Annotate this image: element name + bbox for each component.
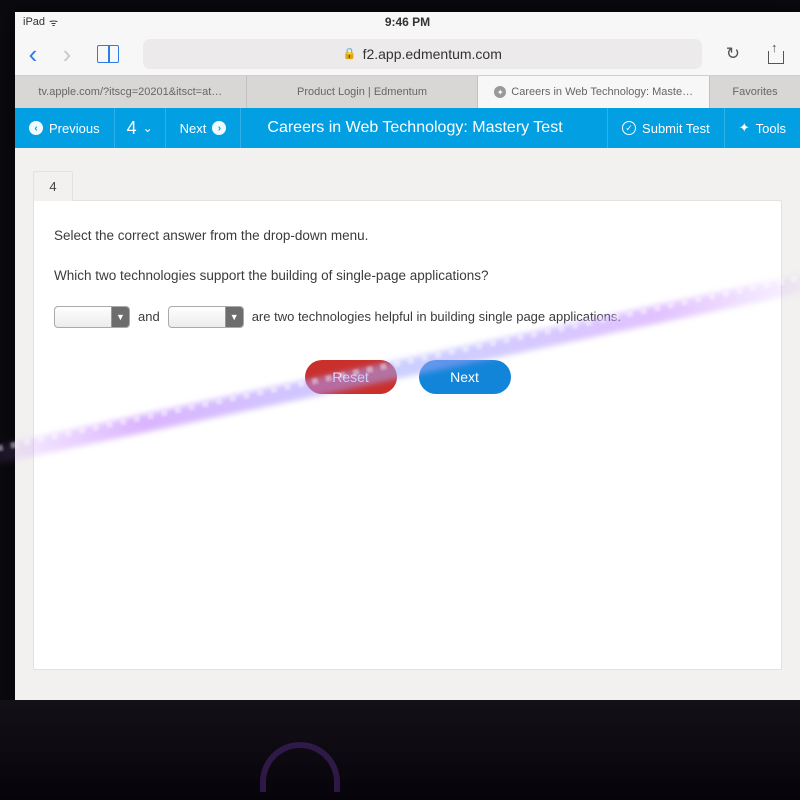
address-bar[interactable]: 🔒 f2.app.edmentum.com — [143, 39, 702, 69]
bookmarks-icon[interactable] — [97, 45, 119, 63]
device-label: iPad — [23, 16, 45, 28]
next-label: Next — [450, 366, 479, 388]
question-prompt: Which two technologies support the build… — [54, 265, 761, 287]
tab-label: Careers in Web Technology: Maste… — [511, 86, 693, 98]
sentence-tail: are two technologies helpful in building… — [252, 307, 621, 328]
browser-tab[interactable]: Product Login | Edmentum — [247, 76, 479, 108]
favorites-label: Favorites — [732, 86, 777, 98]
submit-test-button[interactable]: ✓ Submit Test — [607, 108, 725, 148]
answer-dropdown-2[interactable]: ▼ — [168, 306, 244, 328]
arrow-right-icon: › — [212, 121, 226, 135]
tab-favicon-icon: ✦ — [494, 86, 506, 98]
tab-label: tv.apple.com/?itscg=20201&itsct=at… — [38, 86, 222, 98]
question-number-tab: 4 — [33, 171, 73, 201]
arrow-left-icon: ‹ — [29, 121, 43, 135]
answer-sentence: ▼ and ▼ are two technologies helpful in … — [54, 306, 761, 328]
next-button[interactable]: Next › — [166, 108, 242, 148]
reset-label: Reset — [332, 366, 369, 388]
assessment-title: Careers in Web Technology: Mastery Test — [241, 119, 607, 137]
lock-icon: 🔒 — [343, 47, 357, 60]
answer-dropdown-1[interactable]: ▼ — [54, 306, 130, 328]
tools-label: Tools — [756, 121, 786, 136]
ios-status-bar: iPad ᯤ 9:46 PM — [15, 12, 800, 32]
wrench-icon: ✦ — [739, 120, 750, 136]
content-area: 4 Select the correct answer from the dro… — [15, 148, 800, 688]
question-instruction: Select the correct answer from the drop-… — [54, 225, 761, 247]
check-icon: ✓ — [622, 121, 636, 135]
share-icon[interactable] — [768, 44, 784, 64]
tools-button[interactable]: ✦ Tools — [725, 108, 800, 148]
wifi-icon: ᯤ — [49, 15, 58, 29]
submit-label: Submit Test — [642, 121, 710, 136]
caret-down-icon: ▼ — [111, 307, 129, 327]
caret-down-icon: ▼ — [225, 307, 243, 327]
forward-button[interactable]: › — [57, 41, 77, 67]
photo-background — [0, 700, 800, 800]
reset-button[interactable]: Reset — [305, 360, 397, 394]
tab-bar: tv.apple.com/?itscg=20201&itsct=at… Prod… — [15, 76, 800, 108]
browser-tab-active[interactable]: ✦ Careers in Web Technology: Maste… — [478, 76, 710, 108]
browser-tab[interactable]: tv.apple.com/?itscg=20201&itsct=at… — [15, 76, 247, 108]
sentence-mid: and — [138, 307, 160, 328]
previous-label: Previous — [49, 121, 100, 136]
url-text: f2.app.edmentum.com — [363, 46, 502, 62]
favorites-button[interactable]: Favorites — [710, 76, 800, 108]
tab-label: Product Login | Edmentum — [297, 86, 427, 98]
next-question-button[interactable]: Next — [419, 360, 511, 394]
chevron-down-icon: ⌄ — [143, 121, 153, 135]
reload-icon[interactable]: ↻ — [726, 44, 740, 64]
clock: 9:46 PM — [385, 15, 430, 29]
next-label: Next — [180, 121, 207, 136]
browser-toolbar: ‹ › 🔒 f2.app.edmentum.com ↻ — [15, 32, 800, 76]
back-button[interactable]: ‹ — [23, 41, 43, 67]
previous-button[interactable]: ‹ Previous — [15, 108, 115, 148]
question-selector[interactable]: 4 ⌄ — [115, 108, 166, 148]
question-card: 4 Select the correct answer from the dro… — [33, 200, 782, 670]
assessment-toolbar: ‹ Previous 4 ⌄ Next › Careers in Web Tec… — [15, 108, 800, 148]
question-number: 4 — [127, 118, 137, 139]
